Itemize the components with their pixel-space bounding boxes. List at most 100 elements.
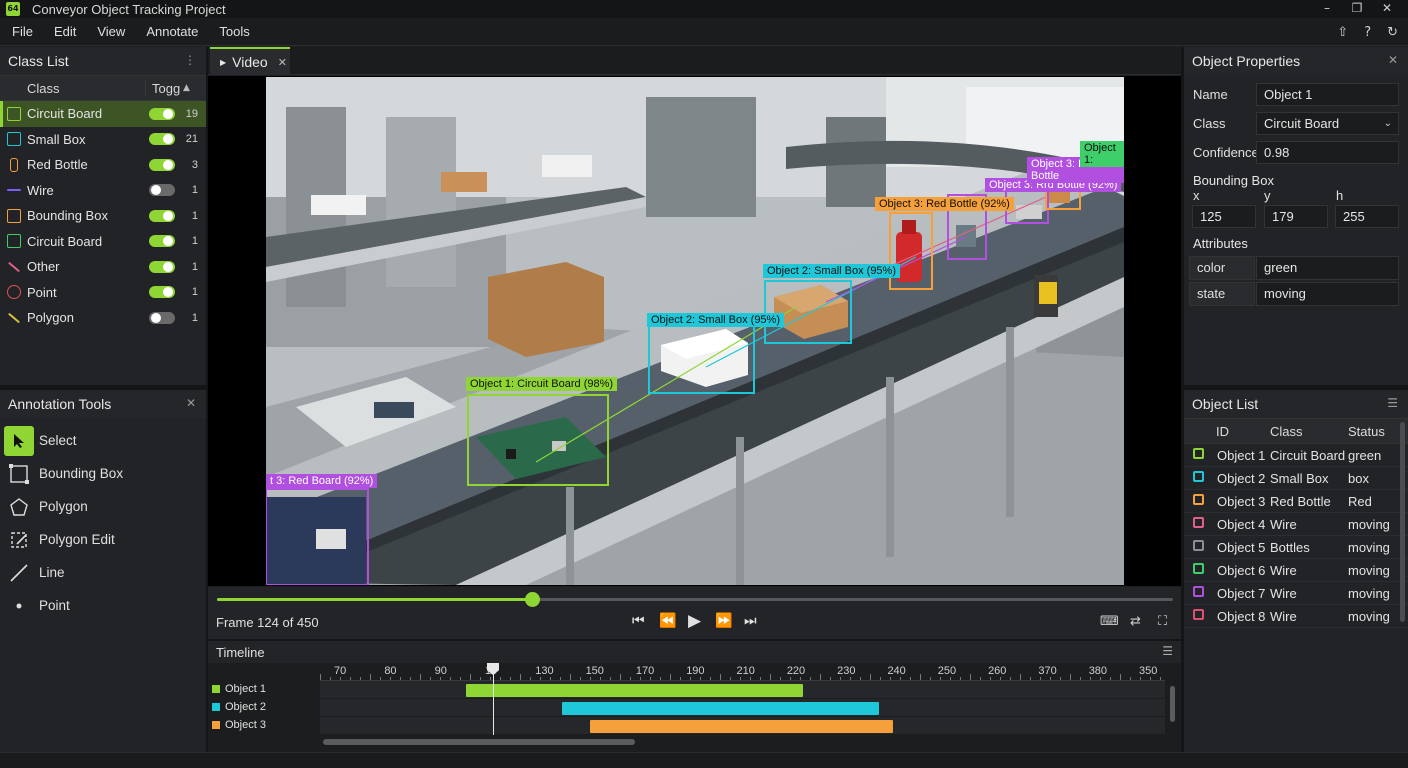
upload-icon[interactable]: ⇧	[1337, 25, 1348, 40]
object-row[interactable]: Object 3 Red Bottle Red	[1184, 490, 1408, 513]
close-icon[interactable]: ✕	[1388, 53, 1398, 67]
track-segment[interactable]	[589, 720, 893, 733]
menu-icon[interactable]: ☰	[1162, 644, 1173, 658]
visibility-toggle[interactable]	[149, 107, 175, 120]
track-segment[interactable]	[466, 684, 804, 697]
visibility-toggle[interactable]	[149, 235, 175, 248]
bbox-y-field[interactable]: 179	[1264, 205, 1328, 228]
object-row[interactable]: Object 4 Wire moving	[1184, 513, 1408, 536]
tool-bounding-box[interactable]: Bounding Box	[0, 457, 206, 490]
track-lane[interactable]	[320, 681, 1165, 698]
column-id[interactable]: ID	[1216, 424, 1229, 439]
object-row[interactable]: Object 7 Wire moving	[1184, 582, 1408, 605]
close-icon[interactable]: ✕	[1372, 0, 1402, 16]
object-color-checkbox[interactable]	[1193, 517, 1204, 528]
object-row[interactable]: Object 8 Wire moving	[1184, 605, 1408, 628]
object-color-checkbox[interactable]	[1193, 471, 1204, 482]
menu-tools[interactable]: Tools	[207, 24, 258, 39]
track-lane[interactable]	[320, 717, 1165, 734]
help-icon[interactable]: ?	[1364, 25, 1371, 40]
bbox-h-field[interactable]: 255	[1335, 205, 1399, 228]
visibility-toggle[interactable]	[149, 209, 175, 222]
attribute-value[interactable]: moving	[1256, 282, 1399, 306]
object-list-scrollbar[interactable]	[1400, 422, 1405, 622]
track-label[interactable]: Object 2	[212, 701, 266, 713]
class-row[interactable]: Bounding Box 1	[0, 203, 206, 229]
restore-icon[interactable]: ❐	[1342, 0, 1372, 16]
sort-up-icon[interactable]: ▲	[183, 83, 190, 93]
tool-polygon-edit[interactable]: Polygon Edit	[0, 523, 206, 556]
class-select[interactable]: Circuit Board ⌄	[1256, 112, 1399, 135]
class-row[interactable]: Other 1	[0, 254, 206, 280]
fast-forward-icon[interactable]: ⏩	[715, 613, 732, 629]
right-split-divider[interactable]	[1184, 385, 1408, 390]
timeline-divider[interactable]	[208, 639, 1181, 641]
video-frame[interactable]: Object 1: Circuit Board (98%) Object 2: …	[266, 77, 1124, 585]
seek-handle[interactable]	[525, 592, 541, 607]
visibility-toggle[interactable]	[149, 260, 175, 273]
object-row[interactable]: Object 5 Bottles moving	[1184, 536, 1408, 559]
object-color-checkbox[interactable]	[1193, 563, 1204, 574]
rewind-icon[interactable]: ⏪	[659, 613, 676, 629]
column-toggle[interactable]: Togg	[145, 80, 183, 96]
timeline-ruler[interactable]: 7080901013015017019021022023024025026037…	[320, 663, 1165, 681]
class-row[interactable]: Circuit Board 1	[0, 229, 206, 255]
right-divider[interactable]	[1181, 47, 1184, 752]
fullscreen-icon[interactable]: ⛶	[1158, 614, 1167, 629]
menu-annotate[interactable]: Annotate	[134, 24, 207, 39]
keyboard-icon[interactable]: ⌨	[1100, 614, 1119, 629]
tool-cursor[interactable]: Select	[0, 424, 206, 457]
class-row[interactable]: Wire 1	[0, 178, 206, 204]
visibility-toggle[interactable]	[149, 311, 175, 324]
object-row[interactable]: Object 6 Wire moving	[1184, 559, 1408, 582]
class-row[interactable]: Polygon 1	[0, 305, 206, 331]
seek-bar[interactable]	[217, 592, 1173, 607]
export-icon[interactable]: ⇄	[1130, 614, 1141, 629]
skip-end-icon[interactable]: ⏭	[744, 613, 757, 629]
menu-edit[interactable]: Edit	[42, 24, 85, 39]
tool-line[interactable]: Line	[0, 556, 206, 589]
playhead[interactable]	[493, 665, 494, 735]
play-icon[interactable]: ▶	[688, 611, 701, 631]
object-color-checkbox[interactable]	[1193, 609, 1204, 620]
track-label[interactable]: Object 3	[212, 719, 266, 731]
track-label[interactable]: Object 1	[212, 683, 266, 695]
confidence-field[interactable]: 0.98	[1256, 141, 1399, 164]
left-divider[interactable]	[206, 47, 208, 752]
track-lane[interactable]	[320, 699, 1165, 716]
class-row[interactable]: Point 1	[0, 280, 206, 306]
object-color-checkbox[interactable]	[1193, 448, 1204, 459]
column-class[interactable]: Class	[27, 81, 145, 96]
column-status[interactable]: Status	[1348, 424, 1385, 439]
visibility-toggle[interactable]	[149, 286, 175, 299]
timeline-horizontal-scrollbar[interactable]	[323, 739, 635, 745]
visibility-toggle[interactable]	[149, 184, 175, 197]
track-segment[interactable]	[561, 702, 879, 715]
attribute-value[interactable]: green	[1256, 256, 1399, 280]
class-row[interactable]: Red Bottle 3	[0, 152, 206, 178]
visibility-toggle[interactable]	[149, 158, 175, 171]
object-color-checkbox[interactable]	[1193, 586, 1204, 597]
class-row[interactable]: Small Box 21	[0, 127, 206, 153]
minimize-icon[interactable]: –	[1312, 0, 1342, 16]
object-color-checkbox[interactable]	[1193, 540, 1204, 551]
column-class[interactable]: Class	[1270, 424, 1303, 439]
left-split-divider[interactable]	[0, 385, 206, 390]
name-field[interactable]: Object 1	[1256, 83, 1399, 106]
tab-video[interactable]: ▶ Video ✕	[210, 47, 290, 75]
more-icon[interactable]: ⋮	[184, 53, 196, 67]
close-tab-icon[interactable]: ✕	[278, 56, 287, 69]
refresh-icon[interactable]: ↻	[1387, 25, 1398, 40]
skip-start-icon[interactable]: ⏮	[632, 613, 645, 629]
video-viewport[interactable]: Object 1: Circuit Board (98%) Object 2: …	[208, 76, 1181, 586]
object-row[interactable]: Object 1 Circuit Board green	[1184, 444, 1408, 467]
object-row[interactable]: Object 2 Small Box box	[1184, 467, 1408, 490]
object-color-checkbox[interactable]	[1193, 494, 1204, 505]
close-icon[interactable]: ✕	[186, 396, 196, 410]
menu-file[interactable]: File	[0, 24, 42, 39]
menu-view[interactable]: View	[85, 24, 134, 39]
bbox-x-field[interactable]: 125	[1192, 205, 1256, 228]
class-row[interactable]: Circuit Board 19	[0, 101, 206, 127]
tool-polygon[interactable]: Polygon	[0, 490, 206, 523]
menu-icon[interactable]: ☰	[1387, 396, 1398, 410]
